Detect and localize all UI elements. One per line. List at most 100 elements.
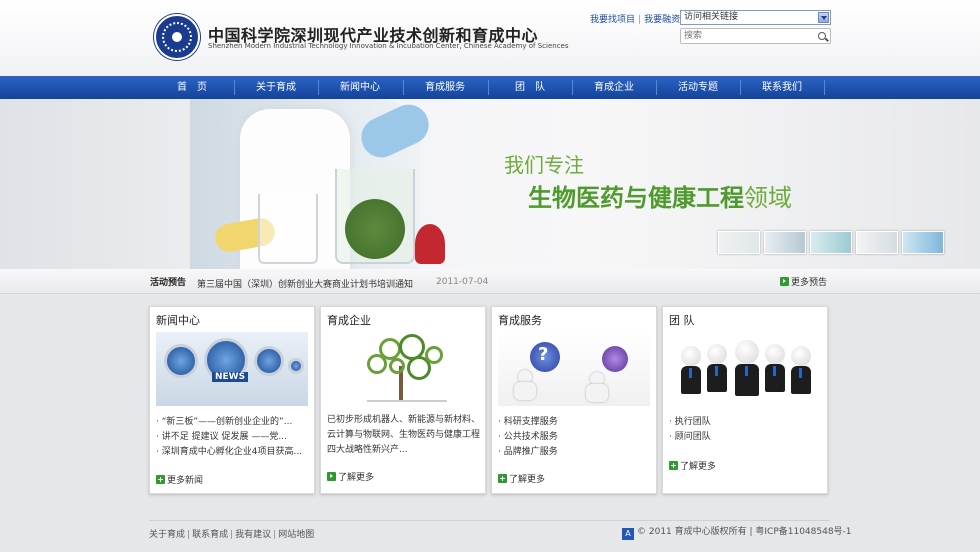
- announcement-bar: 活动预告 第三届中国（深圳）创新创业大赛商业计划书培训通知 2011-07-04…: [0, 269, 980, 294]
- person-head-icon: [765, 344, 785, 364]
- list-item[interactable]: · 执行团队: [669, 415, 821, 430]
- banner-slogan-bold: 生物医药与健康工程: [528, 184, 744, 212]
- related-links-value: 访问相关链接: [684, 12, 739, 22]
- arrow-right-icon: [780, 277, 789, 286]
- top-links-separator: |: [638, 15, 642, 25]
- footer-link-contact[interactable]: 联系育成: [192, 530, 228, 540]
- nav-item-enterprises[interactable]: 育成企业: [572, 76, 656, 99]
- news-list: · “新三板”——创新创业企业的”... · 讲不足 提建议 促发展 ——党..…: [156, 415, 308, 460]
- footer-link-suggestion[interactable]: 我有建议: [235, 530, 271, 540]
- banner-thumbnail[interactable]: [902, 231, 944, 254]
- banner-slogan-line2: 生物医药与健康工程领域: [528, 178, 792, 213]
- card-title[interactable]: 育成企业: [327, 312, 371, 328]
- question-mark-text: ?: [538, 344, 549, 365]
- enterprises-more-button[interactable]: 了解更多: [327, 470, 374, 483]
- cas-logo-icon[interactable]: [154, 14, 200, 60]
- more-news-label: 更多新闻: [167, 476, 204, 486]
- figure-body: [514, 382, 536, 400]
- announcement-title: 活动预告: [150, 278, 187, 288]
- person-head-icon: [735, 340, 759, 364]
- plus-icon: [498, 474, 507, 483]
- list-item-text: 讲不足 提建议 促发展 ——党...: [161, 432, 287, 442]
- banner-thumbnail[interactable]: [856, 231, 898, 254]
- financing-link[interactable]: 我要融资: [644, 15, 680, 25]
- list-item[interactable]: · 公共技术服务: [498, 430, 650, 445]
- list-item-text: 公共技术服务: [503, 432, 558, 442]
- enterprises-card-image[interactable]: [327, 332, 479, 406]
- list-item-text: 科研支撑服务: [503, 417, 558, 427]
- nav-item-team[interactable]: 团 队: [488, 76, 572, 99]
- footer-link-separator: |: [273, 530, 277, 540]
- header: 中国科学院深圳现代产业技术创新和育成中心 Shenzhen Modern Ind…: [0, 0, 980, 76]
- card-title[interactable]: 新闻中心: [156, 312, 200, 328]
- tie-icon: [715, 366, 718, 376]
- site-subtitle: Shenzhen Modern Industrial Technology In…: [208, 42, 569, 50]
- list-item[interactable]: · 顾问团队: [669, 430, 821, 445]
- search-input[interactable]: 搜索: [680, 28, 831, 44]
- hero-banner[interactable]: 我们专注 生物医药与健康工程领域: [0, 99, 980, 269]
- services-card-image[interactable]: ?: [498, 332, 650, 406]
- list-item[interactable]: · 科研支撑服务: [498, 415, 650, 430]
- swirl-icon: [389, 358, 405, 374]
- list-item-text: 深圳育成中心孵化企业4项目获高...: [161, 447, 303, 457]
- swirl-icon: [425, 346, 443, 364]
- news-card-image[interactable]: NEWS: [156, 332, 308, 406]
- list-item-text: “新三板”——创新创业企业的”...: [161, 417, 293, 427]
- footer-link-about[interactable]: 关于育成: [149, 530, 185, 540]
- tree-ground: [367, 400, 447, 402]
- search-placeholder: 搜索: [684, 31, 703, 41]
- medal-icon: [288, 358, 304, 374]
- banner-thumbnail[interactable]: [810, 231, 852, 254]
- card-title[interactable]: 团 队: [669, 312, 695, 328]
- site-badge-icon[interactable]: A: [622, 528, 634, 540]
- chevron-down-icon[interactable]: [818, 12, 829, 23]
- more-news-button[interactable]: 更多新闻: [156, 473, 203, 486]
- banner-thumbnail[interactable]: [718, 231, 760, 254]
- medal-icon: [164, 344, 198, 378]
- tie-icon: [773, 366, 776, 376]
- nav-item-services[interactable]: 育成服务: [403, 76, 487, 99]
- related-links-select[interactable]: 访问相关链接: [680, 10, 831, 25]
- footer-link-sitemap[interactable]: 网站地图: [278, 530, 314, 540]
- services-more-button[interactable]: 了解更多: [498, 472, 545, 485]
- enterprises-more-label: 了解更多: [338, 473, 375, 483]
- tie-icon: [745, 366, 748, 376]
- main-nav: 首 页 关于育成 新闻中心 育成服务 团 队 育成企业 活动专题 联系我们: [0, 76, 980, 99]
- nav-item-contact[interactable]: 联系我们: [740, 76, 824, 99]
- enterprises-description: 已初步形成机器人、新能源与新材料、云计算与物联网、生物医药与健康工程四大战略性新…: [327, 415, 481, 455]
- list-item[interactable]: · 深圳育成中心孵化企业4项目获高...: [156, 445, 308, 460]
- announcement-link[interactable]: 第三届中国（深圳）创新创业大赛商业计划书培训通知: [197, 277, 413, 290]
- red-flask-image: [415, 224, 445, 264]
- nav-divider: [824, 80, 825, 95]
- nav-item-news[interactable]: 新闻中心: [318, 76, 402, 99]
- team-card: 团 队 · 执行团队 · 顾问团队 了解更多: [662, 306, 828, 494]
- nav-item-home[interactable]: 首 页: [150, 76, 234, 99]
- services-card: 育成服务 ? · 科研支撑服务 · 公共技术服务 · 品牌推广服务 了解更多: [491, 306, 657, 494]
- team-more-button[interactable]: 了解更多: [669, 459, 716, 472]
- banner-thumbnail[interactable]: [764, 231, 806, 254]
- plant-leaves-image: [345, 199, 405, 259]
- list-item[interactable]: · 讲不足 提建议 促发展 ——党...: [156, 430, 308, 445]
- nav-item-events[interactable]: 活动专题: [656, 76, 740, 99]
- list-item-text: 顾问团队: [674, 432, 711, 442]
- pointer-icon: [602, 346, 628, 372]
- services-more-label: 了解更多: [509, 475, 546, 485]
- team-card-image[interactable]: [669, 332, 821, 406]
- search-icon[interactable]: [818, 32, 826, 40]
- team-more-label: 了解更多: [680, 462, 717, 472]
- card-title[interactable]: 育成服务: [498, 312, 542, 328]
- announcement-date: 2011-07-04: [436, 277, 489, 287]
- person-head-icon: [681, 346, 701, 366]
- enterprises-card: 育成企业 已初步形成机器人、新能源与新材料、云计算与物联网、生物医药与健康工程四…: [320, 306, 486, 494]
- find-project-link[interactable]: 我要找项目: [590, 15, 635, 25]
- nav-item-about[interactable]: 关于育成: [234, 76, 318, 99]
- more-announcements-button[interactable]: 更多预告: [780, 275, 827, 288]
- beaker-image: [258, 194, 318, 264]
- plus-icon: [669, 461, 678, 470]
- medal-icon: [254, 346, 284, 376]
- list-item-text: 品牌推广服务: [503, 447, 558, 457]
- list-item-text: 执行团队: [674, 417, 711, 427]
- list-item[interactable]: · 品牌推广服务: [498, 445, 650, 460]
- list-item[interactable]: · “新三板”——创新创业企业的”...: [156, 415, 308, 430]
- footer-copyright: A © 2011 育成中心版权所有 | 粤ICP备11048548号-1: [622, 524, 852, 540]
